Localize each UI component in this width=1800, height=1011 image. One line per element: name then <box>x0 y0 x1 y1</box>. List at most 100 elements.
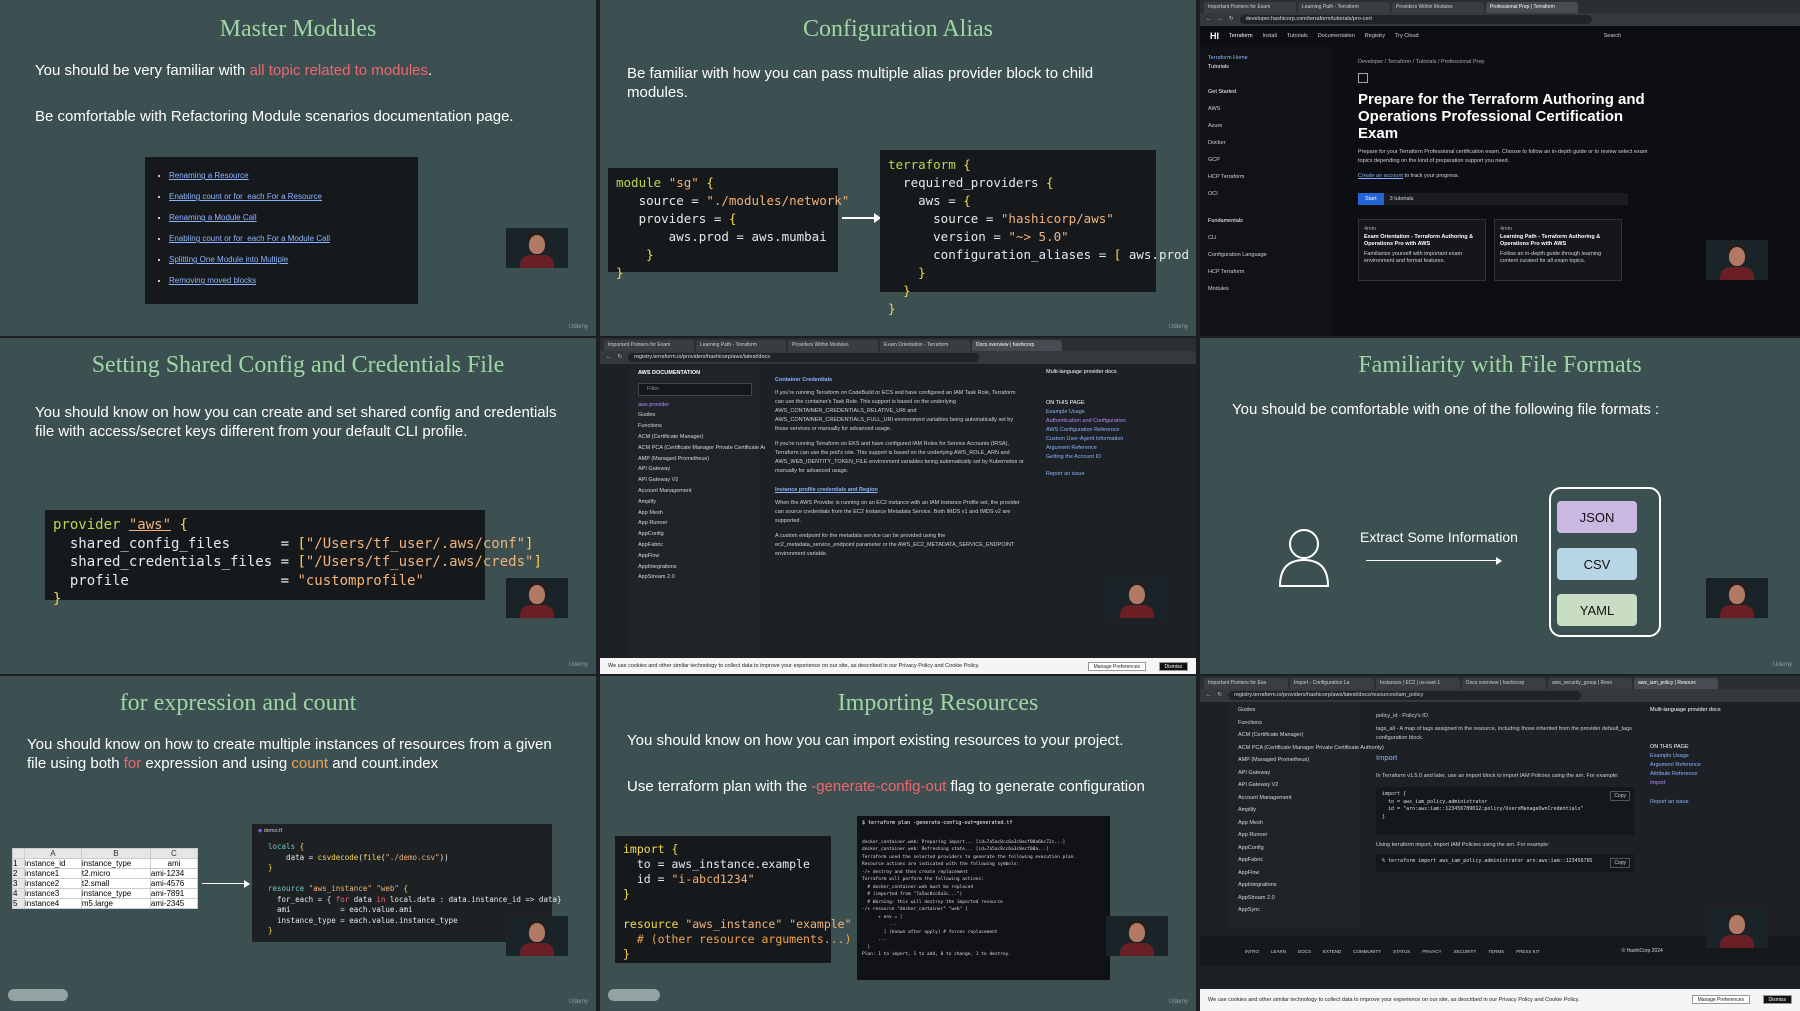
sidebar-item[interactable]: AppIntegrations <box>1230 879 1360 892</box>
sidebar-item[interactable]: Azure <box>1208 118 1325 135</box>
back-icon[interactable]: ← <box>606 353 612 362</box>
sidebar-item[interactable]: API Gateway V2 <box>630 475 760 486</box>
tutorial-card[interactable]: 4min Exam Orientation - Terraform Author… <box>1358 219 1486 281</box>
sidebar-item[interactable]: AMP (Managed Prometheus) <box>630 454 760 465</box>
sheet-cell[interactable]: instance4 <box>24 898 82 909</box>
sidebar-item[interactable]: Docker <box>1208 135 1325 152</box>
browser-tab[interactable]: Important Pointers for Exam <box>1204 2 1296 13</box>
sidebar-item[interactable]: ACM (Certificate Manager) <box>1230 729 1360 742</box>
copy-button[interactable]: Copy <box>1610 858 1630 868</box>
filter-input[interactable]: Filter <box>638 382 752 396</box>
sidebar-item[interactable]: AppFabric <box>1230 854 1360 867</box>
report-issue-link[interactable]: Report an issue <box>1650 798 1790 807</box>
browser-tab[interactable]: Important Pointers for Exa <box>1204 678 1288 689</box>
sidebar-item[interactable]: AppFabric <box>630 540 760 551</box>
link[interactable]: Removing moved blocks <box>169 270 404 291</box>
sheet-cell[interactable]: ami <box>149 858 199 869</box>
sheet-cell[interactable]: instance_type <box>80 858 151 869</box>
browser-tab[interactable]: Learning Path - Terraform <box>1298 2 1390 13</box>
browser-tab-active[interactable]: aws_iam_policy | Resourc <box>1634 678 1718 689</box>
sidebar-item[interactable]: App Runner <box>1230 829 1360 842</box>
link[interactable]: Enabling count or for_each For a Module … <box>169 228 404 249</box>
sidebar-item[interactable]: Functions <box>1230 717 1360 730</box>
reload-icon[interactable]: ↻ <box>1218 691 1223 700</box>
sidebar-item[interactable]: AppFlow <box>630 551 760 562</box>
sidebar-item[interactable]: API Gateway <box>1230 767 1360 780</box>
sidebar-item[interactable]: Amplify <box>1230 804 1360 817</box>
nav-terraform[interactable]: Terraform <box>1229 32 1253 41</box>
back-link[interactable]: Terraform Home <box>1208 54 1325 63</box>
sidebar-item[interactable]: Amplify <box>630 497 760 508</box>
sidebar-item[interactable]: AMP (Managed Prometheus) <box>1230 754 1360 767</box>
sidebar-item[interactable]: App Runner <box>630 518 760 529</box>
sidebar-item[interactable]: Guides <box>1230 704 1360 717</box>
rail-link[interactable]: AWS Configuration Reference <box>1046 426 1190 435</box>
footer-link[interactable]: EXTEND <box>1323 947 1341 956</box>
nav-install[interactable]: Install <box>1263 32 1277 41</box>
sidebar-item[interactable]: Modules <box>1208 281 1325 298</box>
sidebar-item[interactable]: Account Management <box>630 486 760 497</box>
tutorial-card[interactable]: 4min Learning Path - Terraform Authoring… <box>1494 219 1622 281</box>
rail-link[interactable]: Example Usage <box>1650 752 1790 761</box>
sidebar-item[interactable]: AWS <box>1208 101 1325 118</box>
sidebar-item[interactable]: HCP Terraform <box>1208 169 1325 186</box>
sidebar-item[interactable]: API Gateway <box>630 464 760 475</box>
sidebar-item[interactable]: App Mesh <box>630 508 760 519</box>
browser-tab[interactable]: Learning Path - Terraform <box>696 340 786 351</box>
sidebar-item[interactable]: Configuration Language <box>1208 247 1325 264</box>
nav-try-cloud[interactable]: Try Cloud <box>1395 32 1419 41</box>
sidebar-item[interactable]: GCP <box>1208 152 1325 169</box>
rail-link[interactable]: Custom User-Agent Information <box>1046 435 1190 444</box>
sidebar-item[interactable]: HCP Terraform <box>1208 264 1325 281</box>
footer-link[interactable]: SECURITY <box>1454 947 1477 956</box>
footer-link[interactable]: INTRO <box>1245 947 1259 956</box>
back-icon[interactable]: ← <box>1206 691 1212 700</box>
link[interactable]: Renaming a Module Call <box>169 207 404 228</box>
sheet-cell[interactable]: instance1 <box>24 868 82 879</box>
sidebar-item[interactable]: AppStream 2.0 <box>630 572 760 583</box>
forward-icon[interactable]: → <box>1218 15 1224 24</box>
rail-link[interactable]: Authentication and Configuration <box>1046 417 1190 426</box>
footer-link[interactable]: TERMS <box>1488 947 1504 956</box>
editor-tab[interactable]: ◆ demo.tf <box>252 824 552 839</box>
manage-preferences-button[interactable]: Manage Preferences <box>1691 995 1750 1004</box>
sidebar-item[interactable]: Functions <box>630 421 760 432</box>
report-issue-link[interactable]: Report an issue <box>1046 470 1190 479</box>
sidebar-item[interactable]: Get Started <box>1208 84 1325 101</box>
browser-tab[interactable]: Instances | EC2 | us-east-1 <box>1376 678 1460 689</box>
sheet-cell[interactable]: m5.large <box>80 898 151 909</box>
sheet-cell[interactable]: instance_id <box>24 858 82 869</box>
footer-link[interactable]: DOCS <box>1298 947 1311 956</box>
rail-link[interactable]: Import <box>1650 779 1790 788</box>
sidebar-item[interactable]: AppConfig <box>630 529 760 540</box>
sheet-cell[interactable]: ami-1234 <box>149 868 199 879</box>
rail-link[interactable]: Getting the Account ID <box>1046 453 1190 462</box>
sidebar-item[interactable]: App Mesh <box>1230 817 1360 830</box>
sheet-cell[interactable]: ami-4576 <box>149 878 199 889</box>
caption-toggle[interactable] <box>8 989 68 1001</box>
rail-link[interactable]: Example Usage <box>1046 408 1190 417</box>
link[interactable]: Splitting One Module into Multiple <box>169 249 404 270</box>
browser-tab[interactable]: Exam Orientation - Terraform <box>880 340 970 351</box>
sidebar-item[interactable]: CLI <box>1208 230 1325 247</box>
start-button[interactable]: Start <box>1358 193 1384 205</box>
sidebar-item[interactable]: AppSync <box>1230 904 1360 917</box>
browser-tab[interactable]: Providers Within Modules <box>788 340 878 351</box>
sidebar-item[interactable]: OCI <box>1208 186 1325 203</box>
rail-link[interactable]: Argument Reference <box>1650 761 1790 770</box>
sheet-cell[interactable]: ami-7891 <box>149 888 199 899</box>
sheet-cell[interactable]: ami-2345 <box>149 898 199 909</box>
sheet-cell[interactable]: instance_type <box>80 888 151 899</box>
browser-tab[interactable]: Docs overview | hashicorp <box>1462 678 1546 689</box>
hashicorp-logo-icon[interactable]: HI <box>1210 31 1219 41</box>
browser-tab[interactable]: Import - Configuration La <box>1290 678 1374 689</box>
sidebar-item[interactable]: Account Management <box>1230 792 1360 805</box>
sidebar-item[interactable]: aws provider <box>630 400 760 411</box>
dismiss-button[interactable]: Dismiss <box>1762 995 1792 1004</box>
back-icon[interactable]: ← <box>1206 15 1212 24</box>
reload-icon[interactable]: ↻ <box>618 353 623 362</box>
url-input[interactable]: registry.terraform.io/providers/hashicor… <box>628 353 979 362</box>
sidebar-item[interactable]: ACM (Certificate Manager) <box>630 432 760 443</box>
sidebar-item[interactable]: AppStream 2.0 <box>1230 892 1360 905</box>
sheet-cell[interactable]: instance3 <box>24 888 82 899</box>
